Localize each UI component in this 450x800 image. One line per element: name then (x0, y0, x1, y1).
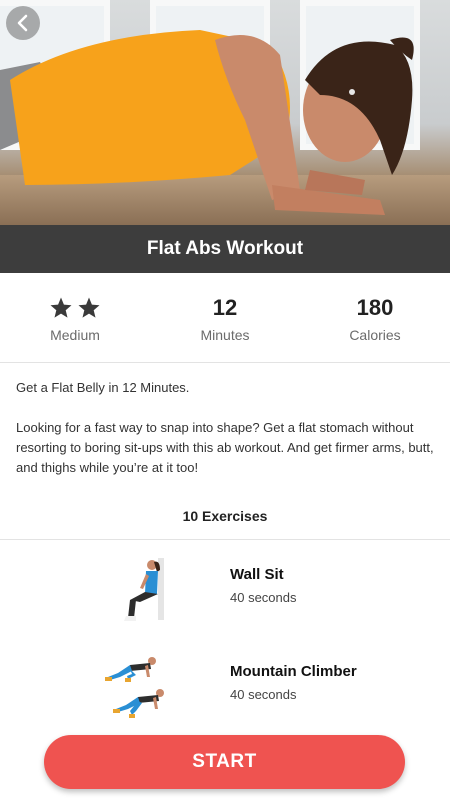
description-headline: Get a Flat Belly in 12 Minutes. (16, 380, 190, 395)
exercise-duration: 40 seconds (230, 687, 297, 702)
duration-label: Minutes (200, 326, 250, 343)
description-body: Looking for a fast way to snap into shap… (16, 420, 434, 475)
hero-image (0, 0, 450, 225)
title-bar: Flat Abs Workout (0, 225, 450, 273)
workout-description: Get a Flat Belly in 12 Minutes. Looking … (16, 378, 434, 478)
difficulty-stars (49, 293, 101, 323)
start-button[interactable]: START (44, 735, 405, 789)
mountain-climber-illustration-icon (105, 657, 164, 718)
exercise-name: Wall Sit (230, 566, 284, 583)
woman-plank-icon (0, 30, 414, 215)
star-icon (78, 297, 100, 318)
exercises-heading: 10 Exercises (182, 508, 268, 524)
difficulty-stat: Medium (0, 273, 150, 362)
wall-sit-illustration-icon (124, 558, 164, 621)
calories-stat: 180 Calories (300, 273, 450, 362)
workout-stats: Medium 12 Minutes 180 Calories (0, 273, 450, 363)
duration-stat: 12 Minutes (150, 273, 300, 362)
star-icon (50, 297, 72, 318)
exercise-item[interactable]: Mountain Climber 40 seconds (0, 653, 450, 733)
difficulty-label: Medium (50, 326, 100, 343)
back-button[interactable] (6, 6, 40, 40)
exercise-item[interactable]: Wall Sit 40 seconds (0, 556, 450, 636)
divider (0, 539, 450, 540)
duration-value: 12 (212, 294, 238, 320)
calories-value: 180 (356, 294, 394, 320)
chevron-left-icon (17, 14, 28, 32)
workout-title: Flat Abs Workout (146, 238, 304, 259)
calories-label: Calories (349, 326, 401, 343)
exercise-duration: 40 seconds (230, 590, 297, 605)
exercise-name: Mountain Climber (230, 663, 357, 680)
